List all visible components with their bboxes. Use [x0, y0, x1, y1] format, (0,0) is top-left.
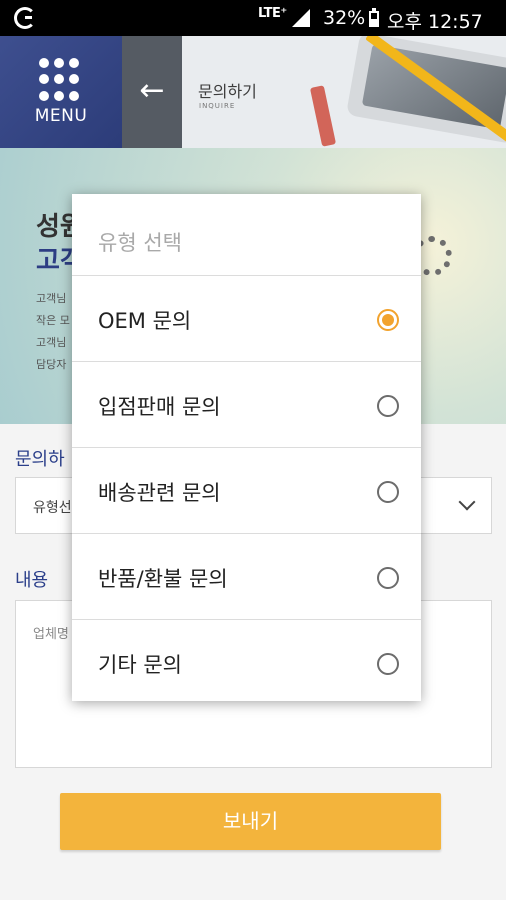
inquiry-type-label: 문의하 — [15, 449, 65, 470]
signal-icon — [292, 9, 310, 27]
inquiry-type-value: 유형선 — [33, 500, 72, 516]
option-label: OEM 문의 — [98, 309, 192, 333]
option-other[interactable]: 기타 문의 — [72, 619, 421, 705]
radio-unchecked-icon[interactable] — [377, 395, 399, 417]
option-label: 기타 문의 — [98, 653, 182, 677]
option-delivery[interactable]: 배송관련 문의 — [72, 447, 421, 533]
option-return-refund[interactable]: 반품/환불 문의 — [72, 533, 421, 619]
battery-icon — [369, 8, 379, 27]
battery-percent: 32% — [323, 7, 366, 29]
clock: 오후 12:57 — [387, 11, 483, 33]
header-clip-image — [309, 85, 337, 147]
banner-text-line: 고객님 — [36, 292, 67, 305]
radio-unchecked-icon[interactable] — [377, 653, 399, 675]
status-bar: LTE⁺ 32% 오후 12:57 — [0, 0, 506, 36]
type-select-dialog: 유형 선택 OEM 문의 입점판매 문의 배송관련 문의 반품/환불 문의 기타… — [72, 194, 421, 701]
arrow-left-icon: ← — [139, 73, 165, 108]
app-header: MENU ← 문의하기 INQUIRE — [0, 36, 506, 148]
banner-text-line: 담당자 — [36, 358, 67, 371]
back-button[interactable]: ← — [122, 36, 182, 148]
option-label: 입점판매 문의 — [98, 395, 221, 419]
content-label: 내용 — [15, 570, 49, 591]
network-indicator: LTE⁺ — [258, 6, 287, 21]
option-oem[interactable]: OEM 문의 — [72, 275, 421, 361]
page-subtitle: INQUIRE — [199, 102, 236, 110]
grid-menu-icon — [39, 58, 83, 102]
page-title: 문의하기 — [198, 82, 257, 101]
option-store-sales[interactable]: 입점판매 문의 — [72, 361, 421, 447]
menu-label: MENU — [34, 106, 88, 126]
option-label: 반품/환불 문의 — [98, 567, 228, 591]
header-phone-image — [345, 36, 506, 145]
content-placeholder: 업체명 — [33, 627, 69, 642]
submit-button[interactable]: 보내기 — [60, 793, 441, 850]
menu-button[interactable]: MENU — [0, 36, 122, 148]
radio-unchecked-icon[interactable] — [377, 481, 399, 503]
radio-checked-icon[interactable] — [377, 309, 399, 331]
chevron-down-icon — [458, 493, 476, 511]
dialog-title: 유형 선택 — [98, 231, 182, 255]
radio-unchecked-icon[interactable] — [377, 567, 399, 589]
banner-text-line: 작은 모 — [36, 314, 70, 327]
option-label: 배송관련 문의 — [98, 481, 221, 505]
carrier-logo-icon — [14, 7, 36, 29]
banner-text-line: 고객님 — [36, 336, 67, 349]
